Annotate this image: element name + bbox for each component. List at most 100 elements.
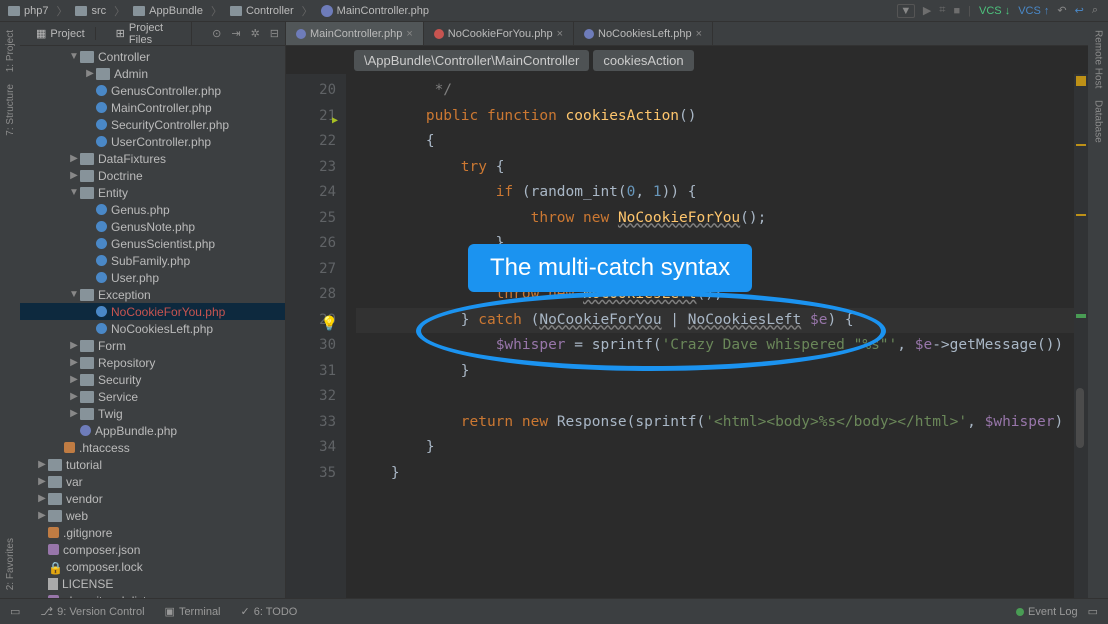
tree-item[interactable]: vendor xyxy=(20,490,285,507)
line-number[interactable]: 20 xyxy=(286,78,336,104)
tree-item[interactable]: .gitignore xyxy=(20,524,285,541)
tool-remote-host[interactable]: Remote Host xyxy=(1093,30,1104,88)
code-line[interactable]: { xyxy=(356,129,1074,155)
line-number[interactable]: 29💡 xyxy=(286,308,336,334)
breadcrumb-segment[interactable]: Controller xyxy=(246,5,294,17)
breadcrumb-segment[interactable]: php7 xyxy=(24,5,48,17)
revert-icon[interactable]: ↩ xyxy=(1075,4,1084,17)
search-icon[interactable]: ⌕ xyxy=(1092,4,1098,17)
tool-database[interactable]: Database xyxy=(1093,100,1104,143)
code-line[interactable] xyxy=(356,384,1074,410)
run-icon[interactable]: ▶ xyxy=(923,4,931,17)
editor-tab[interactable]: NoCookiesLeft.php× xyxy=(574,22,713,45)
line-number[interactable]: 26 xyxy=(286,231,336,257)
tree-item[interactable]: .htaccess xyxy=(20,439,285,456)
code-line[interactable]: public function cookiesAction() xyxy=(356,104,1074,130)
breadcrumb-segment[interactable]: MainController.php xyxy=(337,5,429,17)
line-number[interactable]: 32 xyxy=(286,384,336,410)
line-number[interactable]: 22 xyxy=(286,129,336,155)
tree-item[interactable]: MainController.php xyxy=(20,99,285,116)
todo-tool[interactable]: ✓6: TODO xyxy=(241,605,298,618)
tree-item[interactable]: tutorial xyxy=(20,456,285,473)
close-tab-icon[interactable]: × xyxy=(696,28,702,40)
event-log[interactable]: Event Log xyxy=(1016,606,1078,618)
line-number[interactable]: 23 xyxy=(286,155,336,181)
code-line[interactable]: } catch (NoCookieForYou | NoCookiesLeft … xyxy=(356,308,1074,334)
breadcrumb-segment[interactable]: AppBundle xyxy=(149,5,203,17)
status-corner-icon[interactable]: ▭ xyxy=(1088,605,1098,618)
code-line[interactable]: } xyxy=(356,461,1074,487)
tree-item[interactable]: Repository xyxy=(20,354,285,371)
close-tab-icon[interactable]: × xyxy=(557,28,563,40)
tool-1-project[interactable]: 1: Project xyxy=(5,30,16,72)
line-number[interactable]: 30 xyxy=(286,333,336,359)
file-tree[interactable]: ControllerAdminGenusController.phpMainCo… xyxy=(20,46,285,598)
line-number[interactable]: 24 xyxy=(286,180,336,206)
history-icon[interactable]: ↶ xyxy=(1057,4,1066,17)
project-files-tab[interactable]: ⊞Project Files xyxy=(106,22,192,46)
code-line[interactable]: } xyxy=(356,231,1074,257)
tree-item[interactable]: GenusNote.php xyxy=(20,218,285,235)
code-line[interactable]: } xyxy=(356,359,1074,385)
tool-7-structure[interactable]: 7: Structure xyxy=(5,84,16,136)
breadcrumb[interactable]: php7〉src〉AppBundle〉Controller〉MainContro… xyxy=(8,3,429,19)
code-line[interactable]: $whisper = sprintf('Crazy Dave whispered… xyxy=(356,333,1074,359)
tree-item[interactable]: var xyxy=(20,473,285,490)
tree-item[interactable]: Exception xyxy=(20,286,285,303)
tree-item[interactable]: Twig xyxy=(20,405,285,422)
editor-breadcrumb[interactable]: \AppBundle\Controller\MainController coo… xyxy=(286,46,1088,74)
line-number[interactable]: 27 xyxy=(286,257,336,283)
tree-item[interactable]: composer.json xyxy=(20,541,285,558)
code-line[interactable]: } xyxy=(356,435,1074,461)
code-line[interactable]: return new Response(sprintf('<html><body… xyxy=(356,410,1074,436)
editor-tab[interactable]: MainController.php× xyxy=(286,22,424,45)
tree-item[interactable]: Genus.php xyxy=(20,201,285,218)
tree-item[interactable]: web xyxy=(20,507,285,524)
status-menu-icon[interactable]: ▭ xyxy=(10,605,20,618)
tree-item[interactable]: Security xyxy=(20,371,285,388)
tree-item[interactable]: DataFixtures xyxy=(20,150,285,167)
debug-icon[interactable]: ⌗ xyxy=(939,4,945,17)
line-number[interactable]: 28 xyxy=(286,282,336,308)
tree-item[interactable]: SubFamily.php xyxy=(20,252,285,269)
close-tab-icon[interactable]: × xyxy=(406,28,412,40)
target-icon[interactable]: ⊙ xyxy=(212,27,221,40)
breadcrumb-method[interactable]: cookiesAction xyxy=(593,50,693,71)
version-control-tool[interactable]: ⎇9: Version Control xyxy=(40,605,144,618)
settings-icon[interactable]: ✲ xyxy=(251,27,260,40)
tree-item[interactable]: UserController.php xyxy=(20,133,285,150)
tree-item[interactable]: Form xyxy=(20,337,285,354)
code-line[interactable]: */ xyxy=(356,78,1074,104)
scrollbar-thumb[interactable] xyxy=(1076,388,1084,448)
error-stripe[interactable] xyxy=(1074,74,1088,598)
tree-item[interactable]: NoCookiesLeft.php xyxy=(20,320,285,337)
line-number[interactable]: 31 xyxy=(286,359,336,385)
vcs-update-icon[interactable]: VCS ↓ xyxy=(979,5,1010,17)
line-number[interactable]: 25 xyxy=(286,206,336,232)
line-number[interactable]: 34 xyxy=(286,435,336,461)
tree-item[interactable]: Doctrine xyxy=(20,167,285,184)
project-tab[interactable]: ▦Project xyxy=(26,27,96,40)
code-line[interactable]: if (random_int(0, 1)) { xyxy=(356,180,1074,206)
tree-item[interactable]: AppBundle.php xyxy=(20,422,285,439)
code-editor[interactable]: 2021▶2223242526272829💡303132333435 */ pu… xyxy=(286,74,1088,598)
tool-2-favorites[interactable]: 2: Favorites xyxy=(5,538,16,590)
code-line[interactable] xyxy=(356,257,1074,283)
vcs-commit-icon[interactable]: VCS ↑ xyxy=(1018,5,1049,17)
code-line[interactable]: throw new NoCookiesLeft(); xyxy=(356,282,1074,308)
code-line[interactable]: try { xyxy=(356,155,1074,181)
tree-item[interactable]: 🔒composer.lock xyxy=(20,558,285,575)
inspection-indicator-icon[interactable] xyxy=(1076,76,1086,86)
tree-item[interactable]: LICENSE xyxy=(20,575,285,592)
line-number[interactable]: 33 xyxy=(286,410,336,436)
tree-item[interactable]: GenusController.php xyxy=(20,82,285,99)
tree-item[interactable]: SecurityController.php xyxy=(20,116,285,133)
tree-item[interactable]: Controller xyxy=(20,48,285,65)
code-line[interactable]: throw new NoCookieForYou(); xyxy=(356,206,1074,232)
breadcrumb-segment[interactable]: src xyxy=(91,5,106,17)
tree-item[interactable]: Entity xyxy=(20,184,285,201)
tree-item[interactable]: User.php xyxy=(20,269,285,286)
line-number[interactable]: 21▶ xyxy=(286,104,336,130)
collapse-icon[interactable]: ⇥ xyxy=(231,27,240,40)
tree-item[interactable]: Service xyxy=(20,388,285,405)
